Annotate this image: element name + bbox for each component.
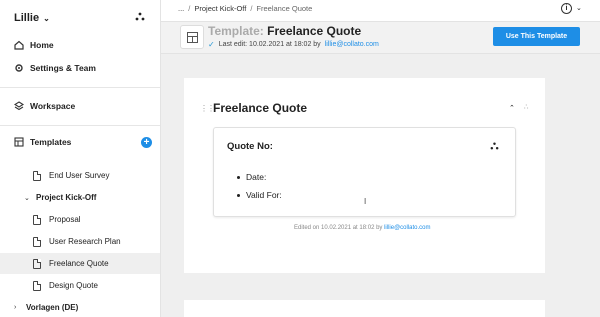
last-edit-info: ✓ Last edit: 10.02.2021 at 18:02 by lill… xyxy=(208,40,379,49)
breadcrumb-separator: / xyxy=(250,4,253,13)
list-item[interactable]: Date: xyxy=(237,172,266,182)
tree-item-user-research-plan[interactable]: User Research Plan xyxy=(0,231,160,252)
nav-home-label: Home xyxy=(30,40,54,50)
workspace-name: Lillie xyxy=(14,12,40,24)
more-options-icon[interactable] xyxy=(490,142,499,152)
nav-home[interactable]: Home xyxy=(14,40,54,50)
tree-item-label: User Research Plan xyxy=(49,237,121,246)
workspace-switcher[interactable]: Lillie ⌄ xyxy=(14,12,50,24)
breadcrumb-separator: / xyxy=(188,4,191,13)
chevron-up-icon[interactable]: ⌃ xyxy=(509,104,515,112)
tree-item-label: Proposal xyxy=(49,215,81,224)
tree-item-design-quote[interactable]: Design Quote xyxy=(0,275,160,296)
tree-item-proposal[interactable]: Proposal xyxy=(0,209,160,230)
document-icon xyxy=(33,236,41,247)
tree-item-label: Design Quote xyxy=(49,281,98,290)
tree-folder-label: Vorlagen (DE) xyxy=(26,303,79,312)
layers-icon xyxy=(14,101,24,111)
document-icon xyxy=(33,170,41,181)
template-icon xyxy=(14,137,24,147)
document-page xyxy=(184,300,545,317)
breadcrumb-parent[interactable]: Project Kick-Off xyxy=(194,4,246,13)
title-prefix: Template: xyxy=(208,24,264,38)
chevron-down-icon: ⌄ xyxy=(43,13,50,23)
gear-icon xyxy=(15,64,23,72)
tree-folder-vorlagen-de[interactable]: › Vorlagen (DE) xyxy=(0,297,160,317)
breadcrumb-root[interactable]: ... xyxy=(178,4,184,13)
more-options-icon[interactable]: ∴ xyxy=(524,103,528,111)
document-icon xyxy=(33,280,41,291)
check-icon: ✓ xyxy=(208,40,215,49)
add-template-button[interactable]: + xyxy=(141,137,152,148)
section-title[interactable]: Freelance Quote xyxy=(213,101,307,115)
breadcrumb: ... / Project Kick-Off / Freelance Quote xyxy=(178,4,312,13)
tree-item-label: End User Survey xyxy=(49,171,110,180)
drag-handle-icon[interactable]: ⋮⋮ xyxy=(200,104,215,113)
card-title[interactable]: Quote No: xyxy=(227,141,273,152)
chevron-down-icon[interactable]: ⌄ xyxy=(24,194,36,202)
chevron-down-icon[interactable]: ⌄ xyxy=(576,4,582,12)
last-edit-user-link[interactable]: lillie@collato.com xyxy=(325,41,379,48)
tree-item-freelance-quote[interactable]: Freelance Quote xyxy=(0,253,160,274)
template-icon xyxy=(180,25,204,49)
list-item-text: Valid For: xyxy=(246,190,282,200)
bullet-icon xyxy=(237,175,240,179)
document-icon xyxy=(33,258,41,269)
chevron-right-icon[interactable]: › xyxy=(14,304,26,311)
tree-item-end-user-survey[interactable]: End User Survey xyxy=(0,165,160,186)
divider xyxy=(0,87,160,88)
more-options-icon[interactable] xyxy=(135,12,145,23)
breadcrumb-current: Freelance Quote xyxy=(256,4,313,13)
text-cursor-icon: I xyxy=(364,197,367,206)
info-icon[interactable]: i xyxy=(561,3,572,14)
nav-templates[interactable]: Templates xyxy=(14,137,71,147)
tree-folder-project-kick-off[interactable]: ⌄ Project Kick-Off xyxy=(0,187,160,208)
nav-templates-label: Templates xyxy=(30,137,72,147)
divider xyxy=(0,125,160,126)
document-icon xyxy=(33,214,41,225)
use-template-button[interactable]: Use This Template xyxy=(493,27,580,46)
nav-workspace[interactable]: Workspace xyxy=(14,101,75,111)
edited-info: Edited on 10.02.2021 at 18:02 by lillie@… xyxy=(294,225,431,231)
home-icon xyxy=(14,40,24,50)
nav-settings[interactable]: Settings & Team xyxy=(14,63,96,73)
nav-workspace-label: Workspace xyxy=(30,101,76,111)
list-item-text: Date: xyxy=(246,172,267,182)
page-title: Template: Freelance Quote xyxy=(208,24,361,38)
tree-item-label: Freelance Quote xyxy=(49,259,109,268)
edited-label: Edited on 10.02.2021 at 18:02 by xyxy=(294,225,383,231)
edited-user-link[interactable]: lillie@collato.com xyxy=(384,225,430,231)
list-item[interactable]: Valid For: xyxy=(237,190,282,200)
last-edit-label: Last edit: 10.02.2021 at 18:02 by xyxy=(218,41,321,48)
nav-settings-label: Settings & Team xyxy=(30,63,96,73)
bullet-icon xyxy=(237,193,240,197)
tree-folder-label: Project Kick-Off xyxy=(36,193,97,202)
title-text: Freelance Quote xyxy=(267,24,362,38)
